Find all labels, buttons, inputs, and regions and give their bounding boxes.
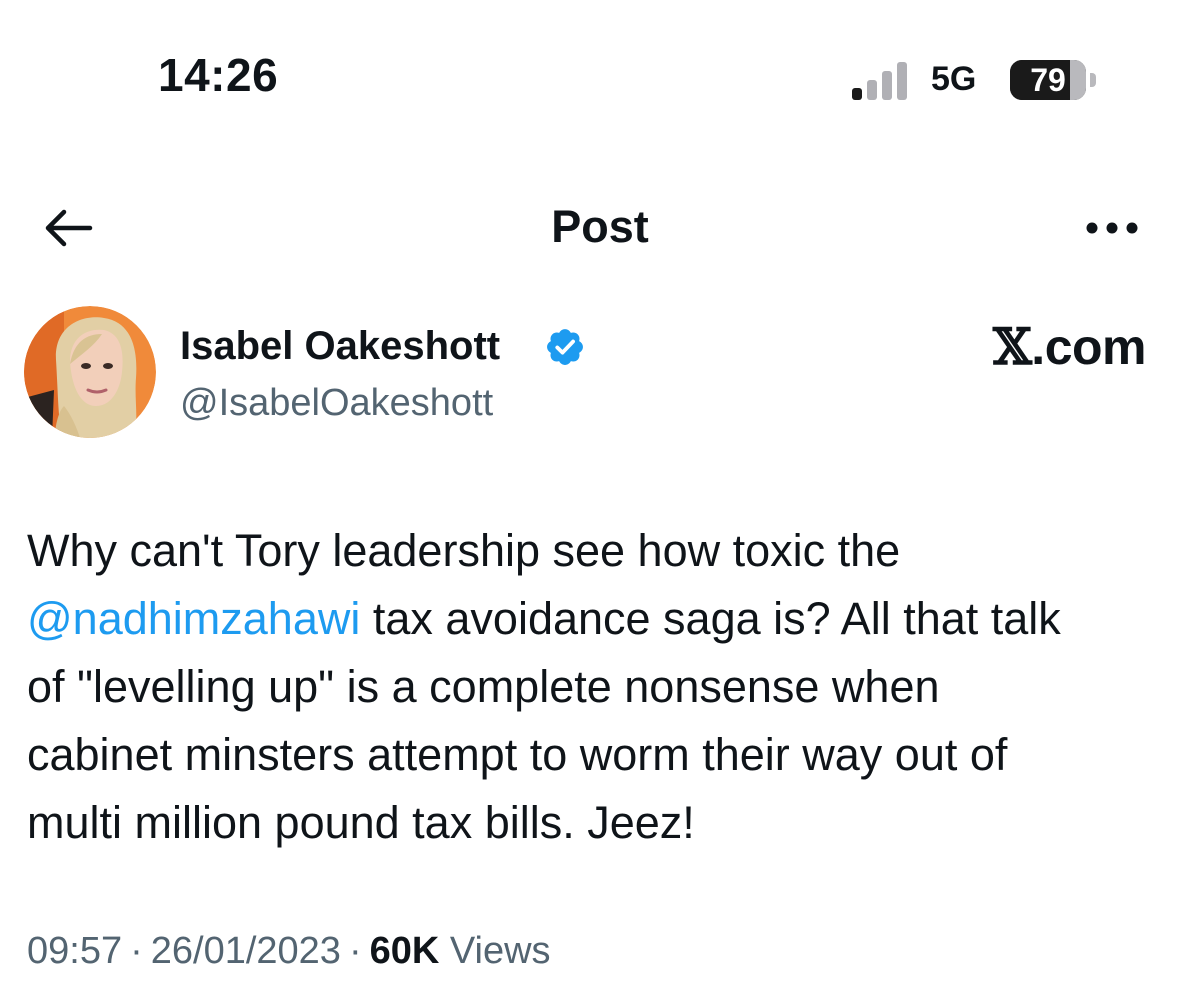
meta-separator: · xyxy=(130,930,143,972)
network-type-label: 5G xyxy=(931,60,977,98)
post-text-segment: tax avoidance saga is? All that talk xyxy=(360,593,1061,644)
post-text-segment: multi million pound tax bills. Jeez! xyxy=(27,797,695,848)
author-handle[interactable]: @IsabelOakeshott xyxy=(180,384,493,422)
mention-link[interactable]: @nadhimzahawi xyxy=(27,593,360,644)
post-text-segment: of "levelling up" is a complete nonsense… xyxy=(27,661,940,712)
verified-badge-icon xyxy=(547,329,583,365)
author-avatar[interactable] xyxy=(24,306,156,438)
battery-cap xyxy=(1090,73,1096,87)
more-options-icon xyxy=(1086,222,1138,234)
signal-bar-2 xyxy=(867,80,877,100)
profile-photo xyxy=(24,306,156,438)
battery-icon: 79 xyxy=(1010,60,1100,100)
meta-separator: · xyxy=(348,930,362,972)
signal-bar-3 xyxy=(882,71,892,100)
battery-percentage: 79 xyxy=(1030,62,1066,98)
more-options-button[interactable] xyxy=(1082,216,1142,240)
post-text-line: @nadhimzahawi tax avoidance saga is? All… xyxy=(27,585,1187,653)
views-label[interactable]: Views xyxy=(450,930,551,972)
post-date[interactable]: 26/01/2023 xyxy=(151,930,341,972)
signal-bar-1 xyxy=(852,88,862,100)
post-text: Why can't Tory leadership see how toxic … xyxy=(27,517,1187,857)
signal-bar-4 xyxy=(897,62,907,100)
x-com-watermark: 𝕏.com xyxy=(993,319,1146,375)
status-bar-time: 14:26 xyxy=(158,49,279,101)
views-count[interactable]: 60K xyxy=(370,930,440,972)
watermark-domain: .com xyxy=(1031,319,1146,375)
post-text-line: Why can't Tory leadership see how toxic … xyxy=(27,517,1187,585)
author-display-name[interactable]: Isabel Oakeshott xyxy=(180,326,500,366)
post-metadata: 09:57 · 26/01/2023 · 60K Views xyxy=(27,928,551,974)
post-text-line: multi million pound tax bills. Jeez! xyxy=(27,789,1187,857)
post-text-segment: Why can't Tory leadership see how toxic … xyxy=(27,525,901,576)
post-text-line: of "levelling up" is a complete nonsense… xyxy=(27,653,1187,721)
page-title: Post xyxy=(551,201,649,252)
x-logo-icon: 𝕏 xyxy=(993,317,1032,376)
cellular-signal-icon xyxy=(852,62,907,100)
battery-body: 79 xyxy=(1010,60,1086,100)
post-text-line: cabinet minsters attempt to worm their w… xyxy=(27,721,1187,789)
post-text-segment: cabinet minsters attempt to worm their w… xyxy=(27,729,1008,780)
post-time[interactable]: 09:57 xyxy=(27,930,122,972)
